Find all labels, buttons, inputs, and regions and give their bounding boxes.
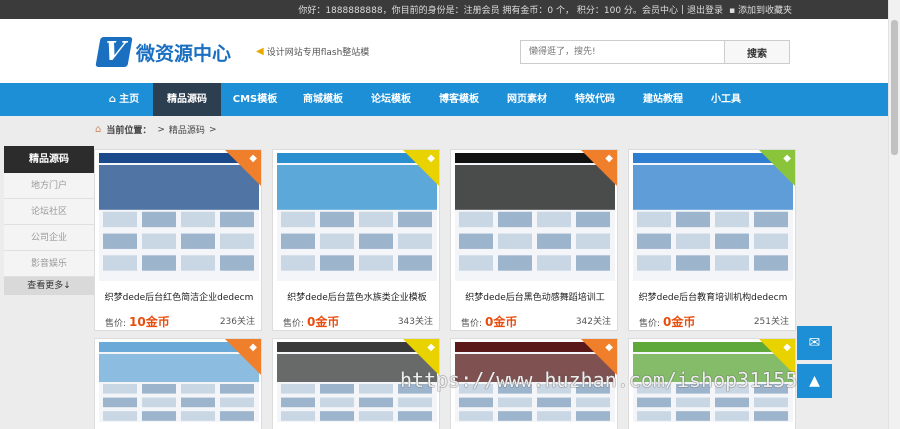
topbar-separator: | bbox=[680, 4, 684, 15]
tag-icon: ◆ bbox=[249, 342, 257, 353]
breadcrumb: ⌂ 当前位置： > 精品源码 > bbox=[95, 123, 220, 136]
nav-item-forum[interactable]: 论坛模板 bbox=[357, 83, 425, 116]
nav-item-label: 特效代码 bbox=[575, 94, 615, 105]
sidebar-item-local-portal[interactable]: 地方门户 bbox=[4, 173, 94, 199]
discount-badge: ◆ bbox=[225, 150, 261, 186]
watermark-text: https://www.huzhan.com/ishop31155 bbox=[400, 368, 798, 392]
product-title[interactable]: 织梦dede后台红色简洁企业dedecm bbox=[95, 290, 263, 303]
product-title[interactable]: 织梦dede后台黑色动感舞蹈培训工 bbox=[451, 290, 619, 303]
add-favorite-link[interactable]: ▪ 添加到收藏夹 bbox=[729, 3, 792, 16]
search-input[interactable] bbox=[520, 40, 725, 64]
slogan-text: 设计网站专用flash整站模 bbox=[266, 48, 370, 58]
sidebar-title: 精品源码 bbox=[4, 146, 94, 173]
product-card[interactable]: ◆ 织梦dede后台红色简洁企业dedecm 售价: 10金币 236关注 bbox=[94, 149, 262, 331]
breadcrumb-label: 当前位置： bbox=[106, 126, 152, 136]
logo-text: 微资源中心 bbox=[136, 42, 232, 65]
tag-icon: ◆ bbox=[605, 153, 613, 164]
product-title[interactable]: 织梦dede后台教育培训机构dedecm bbox=[629, 290, 797, 303]
discount-badge: ◆ bbox=[225, 339, 261, 375]
nav-item-label: 论坛模板 bbox=[371, 94, 411, 105]
tag-icon: ◆ bbox=[249, 153, 257, 164]
nav-item-effects[interactable]: 特效代码 bbox=[561, 83, 629, 116]
nav-item-label: 主页 bbox=[119, 94, 140, 105]
nav-item-premium-source[interactable]: 精品源码 bbox=[153, 83, 221, 116]
top-bar: 你好：1888888888，你目前的身份是：注册会员 拥有金币：0 个， 积分：… bbox=[0, 0, 888, 19]
site-slogan: ◀ 设计网站专用flash整站模 bbox=[256, 45, 369, 58]
sidebar-item-company[interactable]: 公司企业 bbox=[4, 225, 94, 251]
nav-item-label: 博客模板 bbox=[439, 94, 479, 105]
discount-badge: ◆ bbox=[759, 150, 795, 186]
price-value: 10金币 bbox=[129, 315, 170, 329]
tag-icon: ◆ bbox=[783, 342, 791, 353]
member-center-link[interactable]: 会员中心 bbox=[642, 3, 678, 16]
scrollbar-thumb[interactable] bbox=[891, 20, 898, 155]
main-nav: ⌂ 主页 精品源码 CMS模板 商城模板 论坛模板 博客模板 网页素材 特效代码 … bbox=[0, 83, 888, 116]
breadcrumb-separator: > bbox=[157, 124, 165, 135]
price-value: 0金币 bbox=[307, 315, 340, 329]
tag-icon: ◆ bbox=[427, 153, 435, 164]
search-box: 搜索 bbox=[520, 40, 790, 64]
arrow-icon: ▲ bbox=[809, 373, 820, 389]
logo-icon: V bbox=[95, 37, 133, 67]
product-price: 售价: 10金币 bbox=[105, 313, 170, 330]
product-price: 售价: 0金币 bbox=[639, 313, 695, 330]
discount-badge: ◆ bbox=[403, 150, 439, 186]
product-card[interactable]: ◆ bbox=[94, 338, 262, 429]
float-secondary-button[interactable]: ▲ bbox=[797, 364, 832, 398]
follow-count: 342关注 bbox=[575, 317, 611, 327]
product-card[interactable]: ◆ 织梦dede后台黑色动感舞蹈培训工 售价: 0金币 342关注 bbox=[450, 149, 618, 331]
sidebar-item-forum[interactable]: 论坛社区 bbox=[4, 199, 94, 225]
nav-item-tools[interactable]: 小工具 bbox=[697, 83, 755, 116]
sidebar-item-entertainment[interactable]: 影音娱乐 bbox=[4, 251, 94, 277]
category-sidebar: 精品源码 地方门户 论坛社区 公司企业 影音娱乐 查看更多↓ bbox=[4, 146, 94, 295]
discount-badge: ◆ bbox=[581, 150, 617, 186]
site-header: V 微资源中心 ◀ 设计网站专用flash整站模 搜索 bbox=[0, 19, 888, 83]
product-title[interactable]: 织梦dede后台蓝色水族类企业模板 bbox=[273, 290, 441, 303]
nav-item-label: 网页素材 bbox=[507, 94, 547, 105]
mail-icon: ✉ bbox=[808, 335, 821, 351]
nav-item-cms[interactable]: CMS模板 bbox=[221, 83, 289, 116]
price-label: 售价: bbox=[105, 319, 127, 329]
contact-mail-button[interactable]: ✉ bbox=[797, 326, 832, 360]
nav-item-web-assets[interactable]: 网页素材 bbox=[493, 83, 561, 116]
search-button[interactable]: 搜索 bbox=[725, 40, 790, 64]
breadcrumb-current[interactable]: 精品源码 bbox=[169, 123, 205, 136]
product-price: 售价: 0金币 bbox=[461, 313, 517, 330]
price-label: 售价: bbox=[639, 319, 661, 329]
home-icon: ⌂ bbox=[108, 94, 117, 105]
nav-item-label: CMS模板 bbox=[232, 94, 278, 105]
nav-item-label: 精品源码 bbox=[167, 94, 207, 105]
megaphone-icon: ◀ bbox=[256, 46, 264, 57]
add-favorite-label: 添加到收藏夹 bbox=[737, 6, 792, 16]
tag-icon: ◆ bbox=[427, 342, 435, 353]
page-scrollbar[interactable] bbox=[888, 0, 900, 429]
breadcrumb-separator: > bbox=[208, 124, 217, 135]
nav-item-label: 商城模板 bbox=[303, 94, 343, 105]
price-value: 0金币 bbox=[663, 315, 696, 329]
home-icon: ⌂ bbox=[95, 124, 102, 135]
user-status-text: 你好：1888888888，你目前的身份是：注册会员 拥有金币：0 个， 积分：… bbox=[298, 6, 642, 16]
price-value: 0金币 bbox=[485, 315, 518, 329]
nav-item-shop[interactable]: 商城模板 bbox=[289, 83, 357, 116]
nav-item-home[interactable]: ⌂ 主页 bbox=[95, 83, 153, 116]
product-price: 售价: 0金币 bbox=[283, 313, 339, 330]
product-card[interactable]: ◆ 织梦dede后台蓝色水族类企业模板 售价: 0金币 343关注 bbox=[272, 149, 440, 331]
price-label: 售价: bbox=[461, 319, 483, 329]
tag-icon: ◆ bbox=[783, 153, 791, 164]
nav-item-label: 小工具 bbox=[711, 94, 741, 105]
price-label: 售价: bbox=[283, 319, 305, 329]
logout-link[interactable]: 退出登录 bbox=[687, 3, 723, 16]
nav-item-tutorials[interactable]: 建站教程 bbox=[629, 83, 697, 116]
nav-item-blog[interactable]: 博客模板 bbox=[425, 83, 493, 116]
follow-count: 236关注 bbox=[219, 317, 255, 327]
nav-item-label: 建站教程 bbox=[643, 94, 683, 105]
follow-count: 251关注 bbox=[753, 317, 789, 327]
follow-count: 343关注 bbox=[397, 317, 433, 327]
product-card[interactable]: ◆ 织梦dede后台教育培训机构dedecm 售价: 0金币 251关注 bbox=[628, 149, 796, 331]
site-logo[interactable]: V 微资源中心 bbox=[95, 37, 232, 67]
sidebar-more-button[interactable]: 查看更多↓ bbox=[4, 277, 94, 295]
tag-icon: ◆ bbox=[605, 342, 613, 353]
